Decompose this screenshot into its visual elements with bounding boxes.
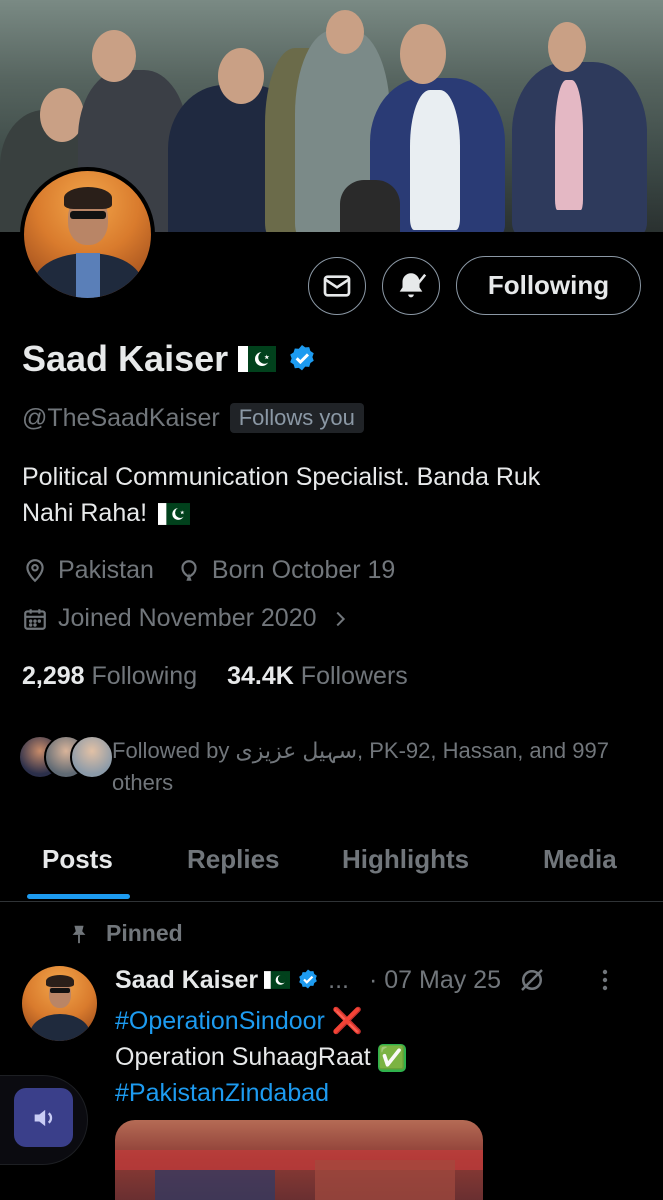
avatar (70, 735, 114, 779)
grok-icon[interactable] (517, 965, 547, 995)
more-options-icon[interactable] (593, 965, 617, 995)
chevron-right-icon (336, 611, 345, 626)
post-text: #OperationSindoor ❌ Operation SuhaagRaat… (115, 1003, 635, 1111)
pinned-label-row: Pinned (68, 920, 183, 947)
tab-highlights[interactable]: Highlights (342, 844, 469, 875)
speaker-icon (34, 1109, 52, 1126)
follows-you-badge: Follows you (229, 403, 364, 433)
post-author-avatar[interactable] (22, 966, 97, 1041)
joined-text: Joined November 2020 (58, 604, 317, 632)
post-line: #OperationSindoor ❌ (115, 1003, 635, 1039)
active-tab-indicator (27, 894, 130, 899)
joined-row[interactable]: Joined November 2020 (22, 604, 351, 633)
profile-bio: Political Communication Specialist. Band… (22, 459, 642, 531)
tab-media[interactable]: Media (543, 844, 617, 875)
verified-badge-icon (299, 969, 317, 989)
verified-badge-icon[interactable] (286, 343, 318, 375)
profile-tabs: Posts Replies Highlights Media (0, 825, 663, 902)
display-name: Saad Kaiser (22, 338, 229, 379)
following-button[interactable]: Following (456, 256, 641, 315)
check-emoji: ✅ (377, 1044, 406, 1073)
pinned-text: Pinned (106, 920, 183, 946)
followers-stat[interactable]: 34.4K Followers (227, 662, 408, 691)
post-line: Operation SuhaagRaat ✅ (115, 1043, 406, 1073)
handle-row: @TheSaadKaiser Follows you (22, 403, 364, 433)
name-truncation: ... (328, 965, 349, 994)
birthday-text: Born October 19 (211, 556, 396, 584)
tab-posts[interactable]: Posts (42, 844, 113, 875)
audio-button[interactable] (14, 1088, 73, 1147)
post-line: #PakistanZindabad (115, 1075, 635, 1111)
tab-replies[interactable]: Replies (187, 844, 280, 875)
profile-meta-row: Pakistan Born October 19 (22, 556, 395, 585)
balloon-icon (181, 559, 197, 581)
location-text: Pakistan (58, 556, 154, 584)
username-handle: @TheSaadKaiser (22, 403, 220, 432)
bio-line: Nahi Raha! (22, 495, 642, 531)
mutual-avatars[interactable] (18, 735, 114, 779)
profile-name-row: Saad Kaiser (22, 338, 318, 380)
location-pin-icon (26, 558, 44, 582)
pakistan-flag-icon (264, 971, 291, 989)
follow-stats: 2,298 Following 34.4K Followers (22, 662, 408, 691)
post-date[interactable]: · 07 May 25 (369, 966, 501, 995)
mail-icon (323, 275, 351, 297)
hashtag-link[interactable]: #PakistanZindabad (115, 1079, 329, 1107)
post-author-name[interactable]: Saad Kaiser (115, 966, 258, 995)
followed-by-text[interactable]: Followed by سہیل عزیزی, PK-92, Hassan, a… (112, 735, 642, 799)
profile-avatar[interactable] (20, 167, 155, 302)
cross-emoji: ❌ (331, 1007, 363, 1035)
calendar-icon (24, 608, 46, 630)
hashtag-link[interactable]: #OperationSindoor (115, 1007, 325, 1035)
message-button[interactable] (308, 257, 366, 315)
pakistan-flag-icon (238, 346, 277, 372)
bell-check-icon (399, 273, 427, 298)
bio-line: Political Communication Specialist. Band… (22, 463, 541, 491)
notifications-button[interactable] (382, 257, 440, 315)
pakistan-flag-icon (158, 503, 191, 526)
post-header: Saad Kaiser ... · 07 May 25 (115, 965, 617, 995)
pin-icon (72, 925, 86, 943)
following-stat[interactable]: 2,298 Following (22, 662, 197, 691)
post-media[interactable] (115, 1120, 483, 1200)
